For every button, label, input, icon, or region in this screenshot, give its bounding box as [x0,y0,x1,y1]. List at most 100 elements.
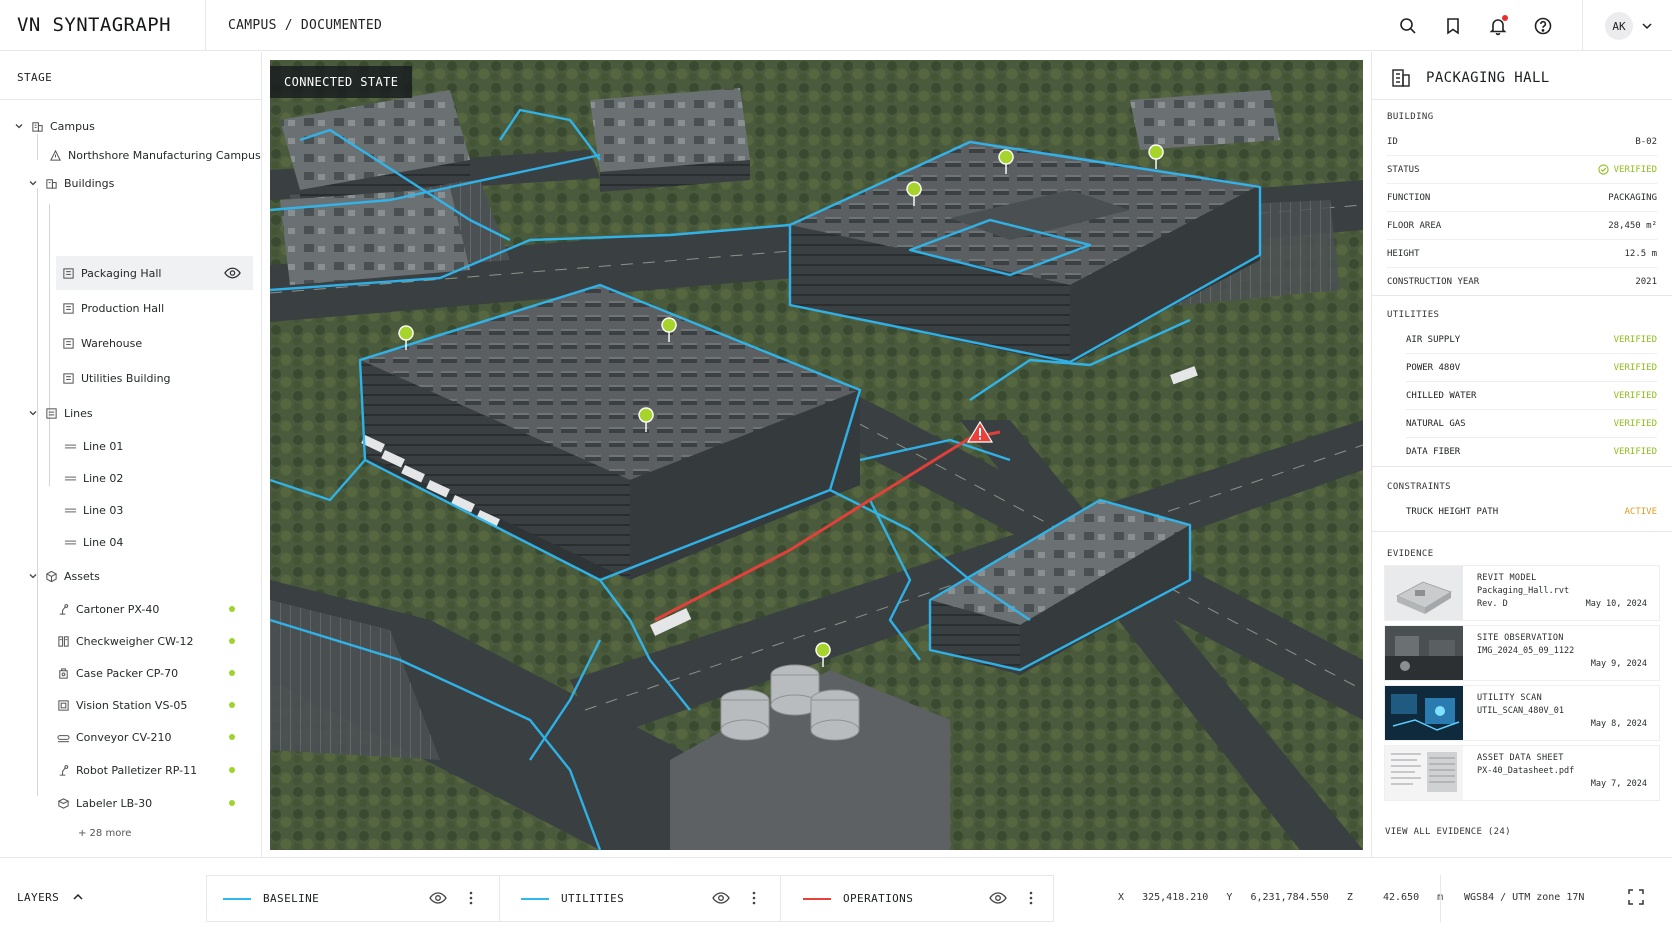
field-key: HEIGHT [1387,248,1420,259]
chevron-down-icon[interactable] [28,178,38,188]
tree-label: Case Packer CP-70 [76,666,179,680]
utility-row[interactable]: CHILLED WATER VERIFIED [1406,382,1657,410]
evidence-card[interactable]: ASSET DATA SHEET PX-40_Datasheet.pdf May… [1384,745,1660,801]
scale-icon [56,634,70,648]
tree-node-line[interactable]: Line 01 [63,433,123,459]
tree-node-site[interactable]: Northshore Manufacturing Campus [48,142,261,168]
more-assets-link[interactable]: + 28 more [78,828,131,839]
tree-node-line[interactable]: Line 02 [63,465,123,491]
details-title: PACKAGING HALL [1426,70,1550,86]
tree-node-asset[interactable]: Conveyor CV-210 [56,724,171,750]
evidence-card[interactable]: SITE OBSERVATION IMG_2024_05_09_1122 May… [1384,625,1660,681]
layer-name: OPERATIONS [843,892,914,905]
tree-label: Campus [50,119,95,133]
tree-guide [37,188,38,580]
view-all-evidence-link[interactable]: VIEW ALL EVIDENCE (24) [1385,827,1511,837]
site-photo-thumbnail [1385,626,1463,680]
breadcrumb-campus[interactable]: CAMPUS [228,18,277,33]
eye-icon[interactable] [429,891,447,905]
layers-bar: LAYERS BASELINE UTILITIES OPERATIONS X 3… [0,857,1672,941]
tree-node-building[interactable]: Utilities Building [61,365,171,391]
eye-icon[interactable] [712,891,730,905]
evidence-card[interactable]: REVIT MODEL Packaging_Hall.rvt Rev. D Ma… [1384,565,1660,621]
buildings-icon [44,176,58,190]
layer-swatch [521,897,549,900]
chevron-down-icon[interactable] [28,408,38,418]
asset-status-dot [229,638,235,644]
tree-node-building[interactable]: Production Hall [61,295,164,321]
layer-operations[interactable]: OPERATIONS [803,876,913,921]
tree-node-lines[interactable]: Lines [28,400,93,426]
eye-icon[interactable] [224,266,241,280]
robot-arm-icon [56,602,70,616]
tree-node-building[interactable]: Warehouse [61,330,142,356]
help-icon[interactable] [1530,13,1556,39]
chevron-down-icon[interactable] [14,121,24,131]
evidence-card[interactable]: UTILITY SCAN UTIL_SCAN_480V_01 May 8, 20… [1384,685,1660,741]
more-vertical-icon[interactable] [750,890,758,906]
conveyor-icon [56,730,70,744]
field-value: 2021 [1635,277,1657,287]
tree-node-line[interactable]: Line 03 [63,497,123,523]
datasheet-thumbnail [1385,746,1463,800]
vision-icon [56,698,70,712]
asset-status-dot [229,702,235,708]
tree-label: Conveyor CV-210 [76,730,172,744]
building-icon [61,301,75,315]
tree-node-buildings[interactable]: Buildings [28,170,114,196]
tree-node-building[interactable]: Packaging Hall [61,260,161,286]
evidence-file: IMG_2024_05_09_1122 [1477,646,1575,656]
utility-row[interactable]: NATURAL GAS VERIFIED [1406,410,1657,438]
tree-label: Northshore Manufacturing Campus [68,148,261,162]
utility-status: VERIFIED [1613,334,1657,345]
asset-status-dot [229,606,235,612]
tree-node-asset[interactable]: Robot Palletizer RP-11 [56,757,197,783]
field-row: HEIGHT 12.5 m [1387,240,1657,268]
line-icon [63,471,77,485]
utility-row[interactable]: POWER 480V VERIFIED [1406,354,1657,382]
user-avatar[interactable]: AK [1605,12,1633,40]
chevron-down-icon[interactable] [1640,19,1654,33]
tree-node-asset[interactable]: Labeler LB-30 [56,790,152,816]
line-icon [63,535,77,549]
tree-node-asset[interactable]: Cartoner PX-40 [56,596,159,622]
utility-name: DATA FIBER [1406,447,1461,457]
chevron-down-icon[interactable] [28,571,38,581]
building-icon [61,266,75,280]
chevron-up-icon[interactable] [71,890,85,904]
more-vertical-icon[interactable] [467,890,475,906]
field-value: PACKAGING [1608,192,1657,203]
map-viewport[interactable]: CONNECTED STATE [270,60,1363,850]
constraint-row[interactable]: TRUCK HEIGHT PATH ACTIVE [1406,498,1657,526]
layer-divider [499,876,500,921]
field-row: FUNCTION PACKAGING [1387,184,1657,212]
layers-toggle[interactable]: LAYERS [17,890,85,904]
tree-node-campus[interactable]: Campus [14,113,95,139]
utility-status: VERIFIED [1613,390,1657,401]
layer-utilities[interactable]: UTILITIES [521,876,624,921]
bell-icon[interactable] [1485,13,1511,39]
fullscreen-icon[interactable] [1627,888,1645,906]
panel-divider [1372,99,1672,100]
more-vertical-icon[interactable] [1027,890,1035,906]
campus-icon [30,119,44,133]
utility-status: VERIFIED [1613,362,1657,373]
layer-baseline[interactable]: BASELINE [223,876,319,921]
field-value: 12.5 m [1624,248,1657,259]
tree-node-asset[interactable]: Vision Station VS-05 [56,692,187,718]
stage-divider [0,99,262,100]
utility-row[interactable]: DATA FIBER VERIFIED [1406,438,1657,466]
tree-label: Production Hall [81,301,165,315]
tree-node-asset[interactable]: Case Packer CP-70 [56,660,178,686]
tree-node-line[interactable]: Line 04 [63,529,123,555]
utility-row[interactable]: AIR SUPPLY VERIFIED [1406,326,1657,354]
tree-node-assets[interactable]: Assets [28,563,100,589]
bookmark-icon[interactable] [1440,13,1466,39]
lines-icon [44,406,58,420]
panel-divider [1372,466,1672,467]
tree-label: Packaging Hall [81,266,162,280]
app-logo: VN SYNTAGRAPH [17,14,171,36]
eye-icon[interactable] [989,891,1007,905]
tree-node-asset[interactable]: Checkweigher CW-12 [56,628,193,654]
search-icon[interactable] [1395,13,1421,39]
